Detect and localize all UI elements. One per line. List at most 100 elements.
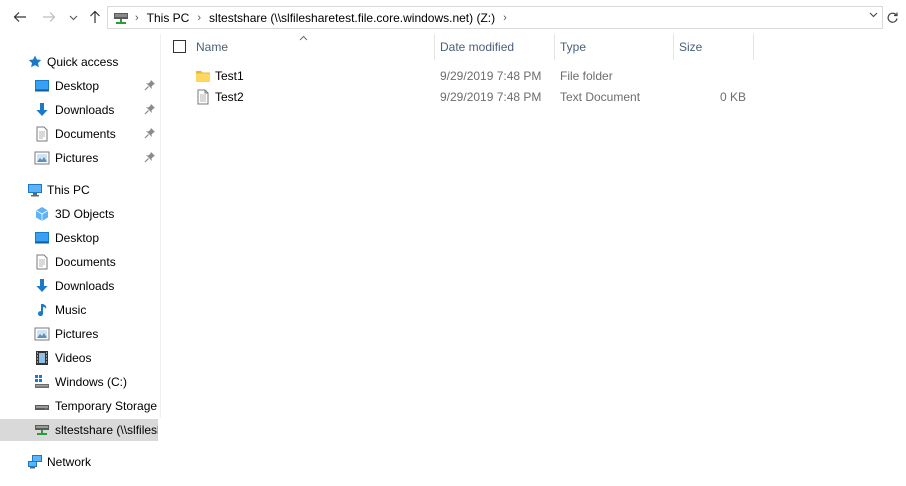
column-divider[interactable] bbox=[673, 34, 674, 60]
chevron-down-icon bbox=[869, 12, 878, 18]
nav-item-videos[interactable]: Videos bbox=[0, 347, 160, 369]
breadcrumb-sltestshare[interactable]: sltestshare (\\slfilesharetest.file.core… bbox=[209, 11, 495, 25]
file-row-test2[interactable]: Test2 9/29/2019 7:48 PM Text Document 0 … bbox=[162, 87, 762, 108]
refresh-button[interactable] bbox=[882, 7, 902, 28]
nav-item-pictures[interactable]: Pictures bbox=[0, 323, 160, 345]
recent-locations-button[interactable] bbox=[65, 9, 81, 27]
windows-drive-icon bbox=[35, 375, 49, 388]
column-divider[interactable] bbox=[753, 34, 754, 60]
network-drive-icon bbox=[114, 12, 128, 24]
nav-item-label: Documents bbox=[55, 255, 116, 269]
downloads-icon bbox=[36, 103, 48, 116]
breadcrumb-this-pc[interactable]: This PC bbox=[147, 11, 190, 25]
network-icon bbox=[28, 455, 42, 469]
nav-item-quick-access[interactable]: Quick access bbox=[0, 51, 160, 73]
column-header-label: Date modified bbox=[440, 40, 515, 54]
navigation-bar: › This PC › sltestshare (\\slfilesharete… bbox=[0, 0, 906, 34]
nav-scrollbar[interactable] bbox=[158, 418, 161, 486]
drive-icon bbox=[35, 405, 49, 410]
file-size: 0 KB bbox=[719, 90, 746, 104]
up-button[interactable] bbox=[87, 8, 103, 26]
nav-item-label: Downloads bbox=[55, 103, 115, 117]
nav-item-this-pc[interactable]: This PC bbox=[0, 179, 160, 201]
music-icon bbox=[38, 304, 47, 317]
nav-item-label: Desktop bbox=[55, 79, 100, 93]
select-all-checkbox[interactable] bbox=[173, 40, 186, 53]
nav-item-label: Network bbox=[47, 455, 92, 469]
nav-item-desktop[interactable]: Desktop bbox=[0, 227, 160, 249]
sort-ascending-icon bbox=[299, 33, 308, 43]
pin-icon[interactable] bbox=[144, 79, 156, 91]
nav-item-sltestshare[interactable]: sltestshare (\\slfilesl bbox=[0, 419, 158, 441]
column-header-label: Size bbox=[679, 40, 703, 54]
nav-item-network[interactable]: Network bbox=[0, 451, 160, 473]
nav-item-label: Quick access bbox=[47, 55, 119, 69]
nav-item-label: Temporary Storage bbox=[55, 399, 158, 413]
file-date-modified: 9/29/2019 7:48 PM bbox=[440, 69, 542, 83]
refresh-icon bbox=[886, 12, 898, 23]
nav-item-qa-downloads[interactable]: Downloads bbox=[0, 99, 160, 121]
column-divider[interactable] bbox=[434, 34, 435, 60]
text-document-icon bbox=[197, 89, 209, 105]
nav-item-qa-pictures[interactable]: Pictures bbox=[0, 147, 160, 169]
nav-item-label: Downloads bbox=[55, 279, 115, 293]
back-arrow-icon bbox=[13, 12, 26, 22]
forward-arrow-icon bbox=[43, 12, 56, 22]
up-arrow-icon bbox=[90, 10, 100, 23]
back-button[interactable] bbox=[12, 8, 28, 26]
column-header-label: Type bbox=[560, 40, 587, 54]
nav-item-label: Documents bbox=[55, 127, 116, 141]
file-name: Test2 bbox=[215, 90, 244, 104]
nav-item-label: 3D Objects bbox=[55, 207, 115, 221]
breadcrumb-separator[interactable]: › bbox=[135, 12, 139, 24]
3d-objects-icon bbox=[35, 207, 49, 221]
column-header-name[interactable]: Name bbox=[196, 34, 228, 60]
file-type: File folder bbox=[560, 69, 613, 83]
column-divider[interactable] bbox=[554, 34, 555, 60]
column-header-label: Name bbox=[196, 40, 229, 54]
file-name: Test1 bbox=[215, 69, 244, 83]
chevron-down-icon bbox=[69, 15, 77, 21]
nav-item-label: Pictures bbox=[55, 327, 99, 341]
desktop-icon bbox=[35, 80, 49, 92]
pin-icon[interactable] bbox=[144, 151, 156, 163]
star-icon bbox=[28, 55, 42, 68]
navigation-pane: Quick access Desktop Downloads Documents… bbox=[0, 34, 161, 486]
nav-item-temporary-storage[interactable]: Temporary Storage bbox=[0, 395, 160, 417]
desktop-icon bbox=[35, 232, 49, 244]
breadcrumb-separator[interactable]: › bbox=[503, 12, 507, 24]
column-header-date-modified[interactable]: Date modified bbox=[440, 34, 514, 60]
forward-button[interactable] bbox=[41, 8, 57, 26]
nav-item-3d-objects[interactable]: 3D Objects bbox=[0, 203, 160, 225]
nav-item-qa-documents[interactable]: Documents bbox=[0, 123, 160, 145]
nav-item-label: Pictures bbox=[55, 151, 99, 165]
nav-item-windows-drive[interactable]: Windows (C:) bbox=[0, 371, 160, 393]
documents-icon bbox=[36, 254, 48, 270]
pin-icon[interactable] bbox=[144, 103, 156, 115]
column-header-size[interactable]: Size bbox=[679, 34, 702, 60]
network-drive-icon bbox=[35, 425, 49, 435]
address-dropdown-button[interactable] bbox=[869, 10, 878, 20]
column-header-row: Name Date modified Type Size bbox=[162, 34, 906, 60]
pictures-icon bbox=[34, 327, 50, 341]
nav-item-downloads[interactable]: Downloads bbox=[0, 275, 160, 297]
folder-icon bbox=[196, 71, 210, 82]
computer-icon bbox=[28, 184, 42, 197]
nav-item-label: Music bbox=[55, 303, 87, 317]
downloads-icon bbox=[36, 279, 48, 292]
nav-item-label: This PC bbox=[47, 183, 90, 197]
file-list: Name Date modified Type Size Test1 9/29/… bbox=[162, 34, 906, 486]
file-type: Text Document bbox=[560, 90, 641, 104]
breadcrumb-separator[interactable]: › bbox=[197, 12, 201, 24]
file-row-test1[interactable]: Test1 9/29/2019 7:48 PM File folder bbox=[162, 66, 762, 87]
pin-icon[interactable] bbox=[144, 127, 156, 139]
nav-item-label: Windows (C:) bbox=[55, 375, 128, 389]
pictures-icon bbox=[34, 151, 50, 165]
nav-item-documents[interactable]: Documents bbox=[0, 251, 160, 273]
address-bar[interactable]: › This PC › sltestshare (\\slfilesharete… bbox=[107, 6, 883, 29]
nav-item-music[interactable]: Music bbox=[0, 299, 160, 321]
nav-item-label: Desktop bbox=[55, 231, 100, 245]
column-header-type[interactable]: Type bbox=[560, 34, 586, 60]
file-date-modified: 9/29/2019 7:48 PM bbox=[440, 90, 542, 104]
nav-item-qa-desktop[interactable]: Desktop bbox=[0, 75, 160, 97]
